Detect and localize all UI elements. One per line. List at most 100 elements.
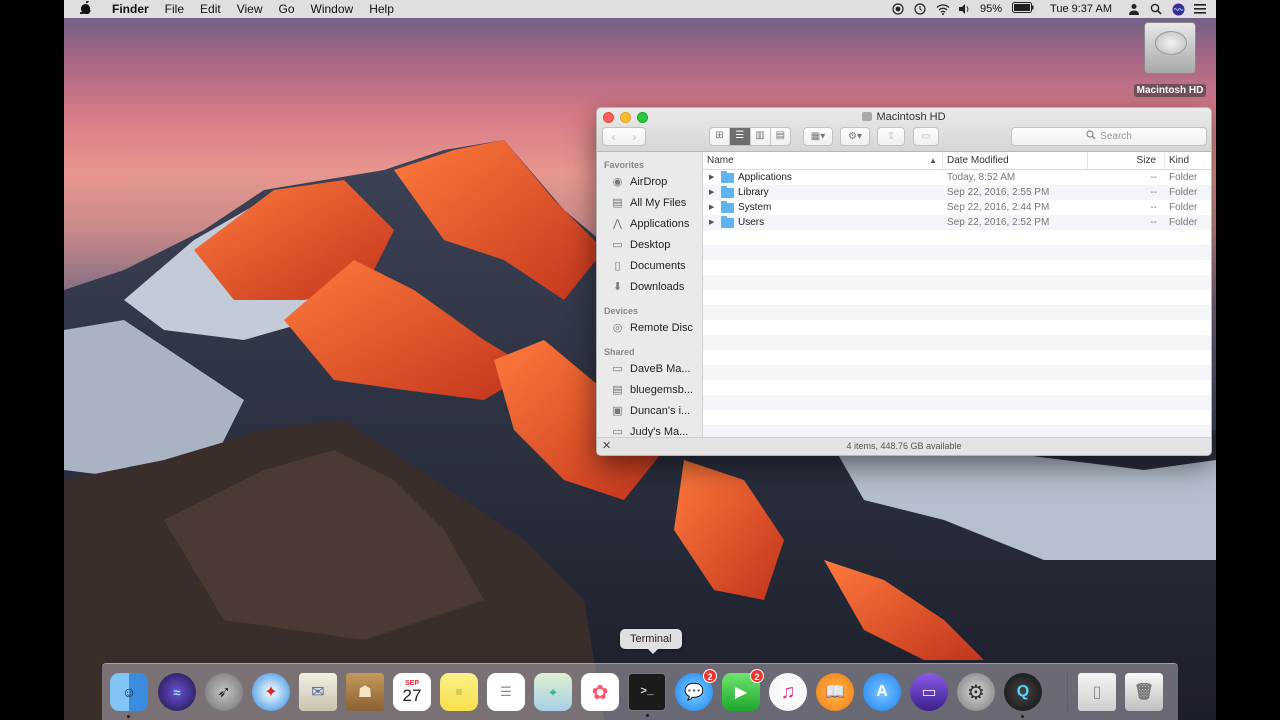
desktop-macintosh-hd[interactable]: Macintosh HD: [1132, 22, 1208, 97]
hard-drive-icon[interactable]: [1144, 22, 1196, 74]
file-list: Name ▲ Date Modified Size Kind ▶ Applicati…: [703, 152, 1211, 440]
downloads-icon: ⬇: [612, 281, 623, 293]
calendar-day: 27: [402, 686, 422, 705]
sidebar-item-desktop[interactable]: ▭ Desktop: [597, 235, 702, 256]
arrange-button[interactable]: ▦▾: [803, 127, 833, 146]
system-preferences-dock-icon[interactable]: ⚙: [957, 673, 995, 711]
empty-row: [703, 365, 1211, 380]
maps-dock-icon[interactable]: ⌖: [534, 673, 572, 711]
sidebar-item-shared-1[interactable]: ▭ DaveB Ma...: [597, 359, 702, 380]
arrange-icon: ▦▾: [810, 131, 826, 142]
table-row[interactable]: ▶ System Sep 22, 2016, 2:44 PM -- Folder: [703, 200, 1211, 215]
cover-flow-button[interactable]: ▤: [769, 128, 790, 145]
sidebar-section-shared: Shared: [604, 347, 635, 357]
menu-view[interactable]: View: [229, 0, 271, 18]
column-header-size[interactable]: Size: [1088, 152, 1165, 169]
disc-icon: ◎: [612, 322, 623, 334]
disclosure-triangle-icon[interactable]: ▶: [709, 215, 721, 230]
rocket-icon: ➶: [217, 684, 231, 701]
status-bar: ✕ 4 items, 448.76 GB available: [597, 437, 1211, 455]
safari-dock-icon[interactable]: ✦: [252, 673, 290, 711]
contacts-dock-icon[interactable]: ☗: [346, 673, 384, 711]
table-row[interactable]: ▶ Library Sep 22, 2016, 2:55 PM -- Folder: [703, 185, 1211, 200]
menu-window[interactable]: Window: [303, 0, 362, 18]
photos-dock-icon[interactable]: ✿: [581, 673, 619, 711]
disclosure-triangle-icon[interactable]: ▶: [709, 200, 721, 215]
column-view-button[interactable]: ▥: [749, 128, 770, 145]
quicktime-q-icon: Q: [1016, 683, 1030, 700]
terminal-dock-icon[interactable]: >_: [628, 673, 666, 717]
empty-row: [703, 350, 1211, 365]
sidebar-item-shared-3[interactable]: ▣ Duncan's i...: [597, 401, 702, 422]
list-view-button[interactable]: ☰: [729, 128, 750, 145]
column-header-name[interactable]: Name ▲: [703, 152, 943, 169]
disclosure-triangle-icon[interactable]: ▶: [709, 170, 721, 185]
empty-row: [703, 335, 1211, 350]
notification-center-icon[interactable]: [1194, 3, 1206, 15]
sidebar-item-all-my-files[interactable]: ▤ All My Files: [597, 193, 702, 214]
record-icon[interactable]: [892, 3, 904, 15]
sidebar-item-shared-2[interactable]: ▤ bluegemsb...: [597, 380, 702, 401]
downloads-stack-dock-icon[interactable]: ▯: [1078, 673, 1116, 711]
finder-dock-icon[interactable]: ☺: [110, 673, 148, 718]
user-icon[interactable]: [1128, 3, 1140, 15]
search-field[interactable]: Search: [1011, 127, 1207, 146]
menu-go[interactable]: Go: [271, 0, 303, 18]
battery-icon[interactable]: [1012, 2, 1034, 16]
empty-row: [703, 380, 1211, 395]
reminders-dock-icon[interactable]: ☰: [487, 673, 525, 711]
volume-icon[interactable]: [958, 3, 970, 15]
notes-dock-icon[interactable]: ≡: [440, 673, 478, 711]
calendar-dock-icon[interactable]: SEP 27: [393, 673, 431, 711]
status-text: 4 items, 448.76 GB available: [846, 441, 962, 451]
wifi-icon[interactable]: [936, 3, 950, 15]
sidebar-item-documents[interactable]: ▯ Documents: [597, 256, 702, 277]
share-button[interactable]: ⇪: [877, 127, 905, 146]
siri-icon[interactable]: [1172, 3, 1185, 16]
view-mode-control: ⊞ ☰ ▥ ▤: [709, 127, 791, 146]
menu-bar: Finder File Edit View Go Window Help 95%…: [64, 0, 1216, 18]
tag-button[interactable]: ▭: [913, 127, 939, 146]
quicktime-dock-icon[interactable]: Q: [1004, 673, 1042, 718]
time-machine-icon[interactable]: [914, 3, 926, 15]
forward-button[interactable]: ›: [624, 130, 645, 144]
dock-tooltip: Terminal: [620, 629, 682, 654]
spotlight-search-icon[interactable]: [1150, 3, 1162, 15]
speech-bubble-icon: 💬: [684, 684, 704, 701]
menubar-clock[interactable]: Tue 9:37 AM: [1044, 3, 1118, 15]
sidebar-item-airdrop[interactable]: ◉ AirDrop: [597, 172, 702, 193]
mail-dock-icon[interactable]: ✉: [299, 673, 337, 711]
trash-dock-icon[interactable]: 🗑: [1125, 673, 1163, 711]
file-icon: ▯: [1092, 684, 1102, 701]
path-bar-close-icon[interactable]: ✕: [602, 438, 611, 455]
airdrop-icon: ◉: [612, 176, 623, 188]
photos-flower-icon: ✿: [591, 681, 609, 704]
apple-menu-icon[interactable]: [64, 0, 104, 17]
sidebar-item-remote-disc[interactable]: ◎ Remote Disc: [597, 318, 702, 339]
finder-toolbar[interactable]: Macintosh HD ‹ › ⊞ ☰ ▥ ▤ ▦▾ ⚙▾ ⇪ ▭ Searc…: [597, 108, 1211, 152]
sidebar-item-downloads[interactable]: ⬇ Downloads: [597, 277, 702, 298]
menu-finder[interactable]: Finder: [104, 0, 157, 18]
siri-dock-icon[interactable]: ≈: [158, 673, 196, 711]
itunes-dock-icon[interactable]: ♫: [769, 673, 807, 711]
facetime-dock-icon[interactable]: ▶ 2: [722, 669, 764, 711]
icon-view-button[interactable]: ⊞: [710, 128, 729, 145]
back-button[interactable]: ‹: [603, 130, 624, 144]
column-header-date[interactable]: Date Modified: [943, 152, 1088, 169]
messages-dock-icon[interactable]: 💬 2: [675, 669, 717, 711]
empty-row: [703, 290, 1211, 305]
menu-edit[interactable]: Edit: [192, 0, 229, 18]
disclosure-triangle-icon[interactable]: ▶: [709, 185, 721, 200]
bootcamp-dock-icon[interactable]: ▭: [910, 673, 948, 711]
table-row[interactable]: ▶ Users Sep 22, 2016, 2:52 PM -- Folder: [703, 215, 1211, 230]
launchpad-dock-icon[interactable]: ➶: [205, 673, 243, 711]
table-row[interactable]: ▶ Applications Today, 8:52 AM -- Folder: [703, 170, 1211, 185]
action-button[interactable]: ⚙▾: [840, 127, 870, 146]
sidebar-item-applications[interactable]: ⋀ Applications: [597, 214, 702, 235]
column-header-kind[interactable]: Kind: [1165, 152, 1211, 169]
ibooks-dock-icon[interactable]: 📖: [816, 673, 854, 711]
app-store-dock-icon[interactable]: A: [863, 673, 901, 711]
menu-file[interactable]: File: [157, 0, 192, 18]
menu-help[interactable]: Help: [361, 0, 402, 18]
empty-row: [703, 410, 1211, 425]
